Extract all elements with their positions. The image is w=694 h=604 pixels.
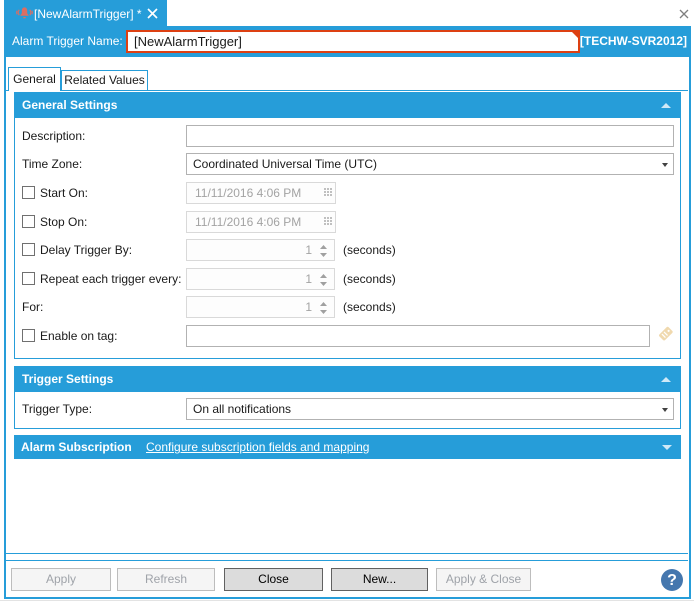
svg-text:?: ? (667, 572, 677, 589)
